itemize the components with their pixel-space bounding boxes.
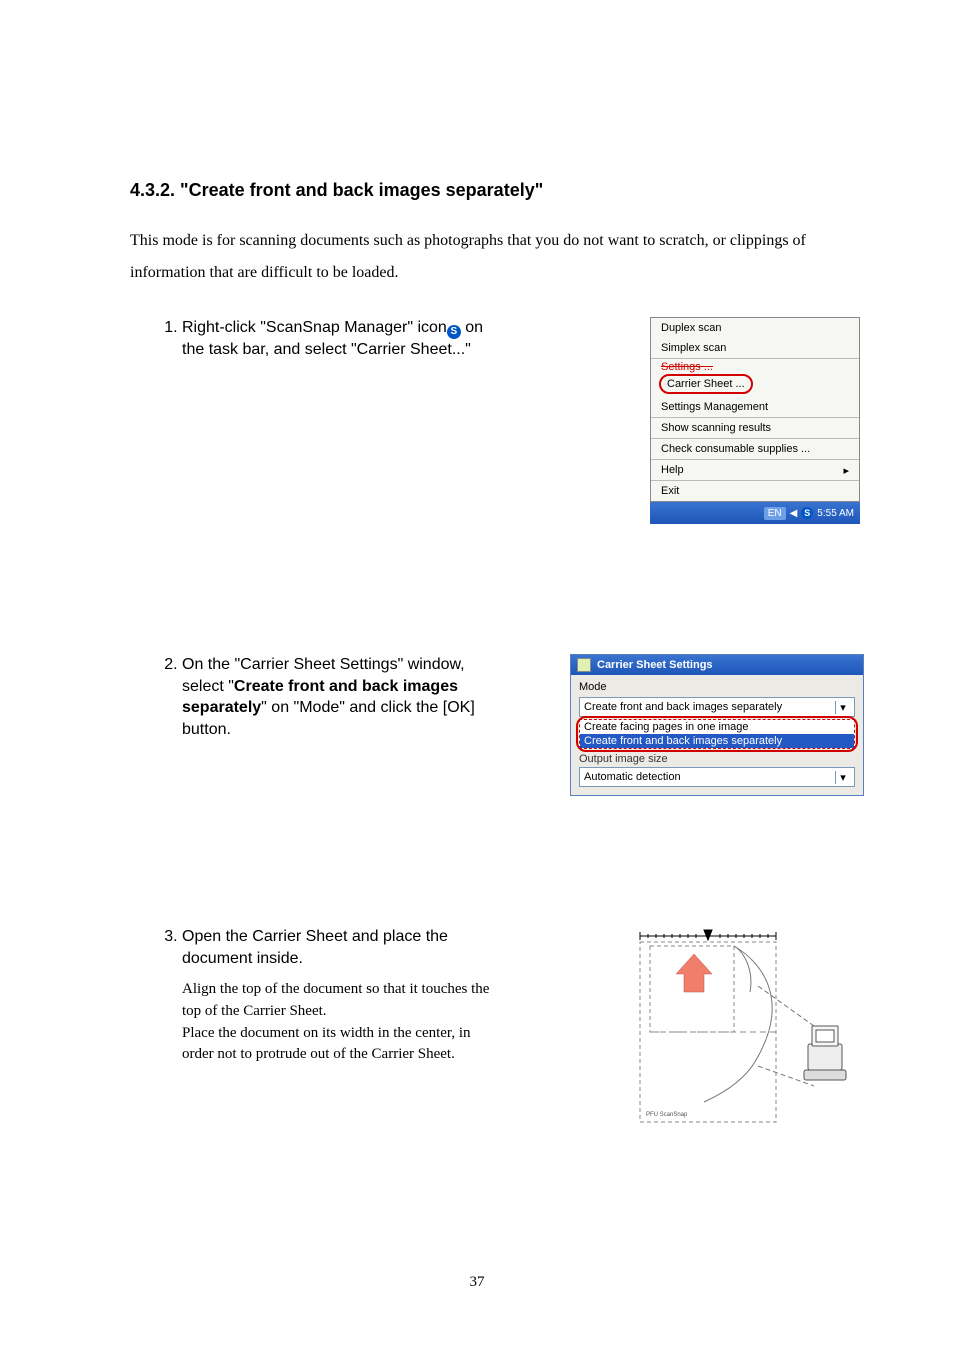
- tray-scansnap-icon[interactable]: S: [801, 507, 813, 519]
- step-3-text: Open the Carrier Sheet and place the doc…: [182, 926, 492, 1066]
- step-1-text: Right-click "ScanSnap Manager" iconS on …: [182, 317, 492, 361]
- scanner-icon: [804, 1026, 846, 1080]
- step-2: On the "Carrier Sheet Settings" window, …: [182, 654, 834, 796]
- tray-clock: 5:55 AM: [817, 508, 854, 519]
- menu-item-show-results[interactable]: Show scanning results: [651, 418, 859, 438]
- menu-item-carrier-sheet[interactable]: Carrier Sheet ...: [659, 374, 753, 394]
- menu-item-help[interactable]: Help▸: [651, 460, 859, 480]
- steps-list: Right-click "ScanSnap Manager" iconS on …: [130, 317, 834, 1136]
- submenu-arrow-icon: ▸: [843, 464, 849, 477]
- step-3: Open the Carrier Sheet and place the doc…: [182, 926, 834, 1136]
- page-number: 37: [0, 1274, 954, 1291]
- context-menu: Duplex scan Simplex scan Settings ... Ca…: [650, 317, 860, 502]
- document-page: 4.3.2. "Create front and back images sep…: [0, 0, 954, 1351]
- mode-option-separate[interactable]: Create front and back images separately: [580, 734, 854, 748]
- tray-chevron-icon[interactable]: ◀: [790, 508, 798, 519]
- up-arrow-icon: [676, 954, 712, 992]
- mode-dropdown: Create facing pages in one image Create …: [579, 719, 855, 749]
- intro-paragraph: This mode is for scanning documents such…: [130, 225, 834, 289]
- chevron-down-icon: ▾: [835, 771, 850, 784]
- output-size-select[interactable]: Automatic detection ▾: [579, 767, 855, 787]
- mode-option-facing[interactable]: Create facing pages in one image: [580, 720, 854, 734]
- menu-item-settings[interactable]: Settings ...: [651, 359, 859, 373]
- step-1: Right-click "ScanSnap Manager" iconS on …: [182, 317, 834, 524]
- taskbar-tray: EN ◀ S 5:55 AM: [650, 502, 860, 524]
- mode-label: Mode: [579, 681, 855, 693]
- menu-item-check-supplies[interactable]: Check consumable supplies ...: [651, 439, 859, 459]
- menu-item-exit[interactable]: Exit: [651, 481, 859, 501]
- section-heading: 4.3.2. "Create front and back images sep…: [130, 180, 834, 201]
- window-icon: [577, 658, 591, 672]
- dialog-title: Carrier Sheet Settings: [597, 659, 713, 671]
- output-size-label: Output image size: [579, 753, 855, 765]
- mode-select[interactable]: Create front and back images separately …: [579, 697, 855, 717]
- diagram-label: PFU ScanSnap: [646, 1112, 688, 1118]
- figure-dialog: Carrier Sheet Settings Mode Create front…: [510, 654, 864, 796]
- menu-item-duplex[interactable]: Duplex scan: [651, 318, 859, 338]
- menu-item-simplex[interactable]: Simplex scan: [651, 338, 859, 358]
- chevron-down-icon: ▾: [835, 701, 850, 714]
- scansnap-s-icon: S: [447, 325, 461, 339]
- figure-carrier-sheet-diagram: PFU ScanSnap: [618, 926, 848, 1136]
- step-3-note: Align the top of the document so that it…: [182, 979, 492, 1066]
- lang-indicator[interactable]: EN: [764, 507, 786, 520]
- figure-context-menu: Duplex scan Simplex scan Settings ... Ca…: [510, 317, 860, 524]
- carrier-sheet-dialog: Carrier Sheet Settings Mode Create front…: [570, 654, 864, 796]
- menu-item-settings-mgmt[interactable]: Settings Management: [651, 397, 859, 417]
- mode-dropdown-highlight: Create facing pages in one image Create …: [579, 719, 855, 749]
- step-2-text: On the "Carrier Sheet Settings" window, …: [182, 654, 492, 740]
- dialog-titlebar: Carrier Sheet Settings: [571, 655, 863, 675]
